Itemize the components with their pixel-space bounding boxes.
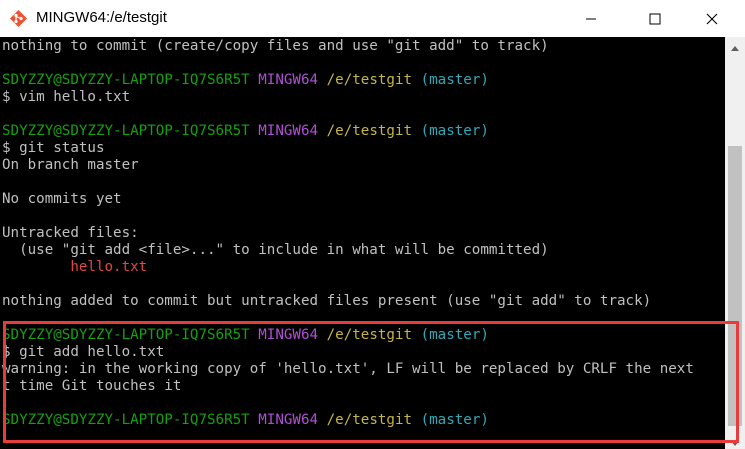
scroll-up-icon — [731, 36, 739, 55]
close-icon — [706, 13, 718, 25]
command-line: $ git status — [2, 140, 105, 156]
prompt-path: /e/testgit — [326, 123, 413, 139]
prompt-system: MINGW64 — [258, 72, 319, 88]
prompt-user-host: SDYZZY@SDYZZY-LAPTOP-IQ7S6R5T — [2, 412, 250, 428]
prompt-user-host: SDYZZY@SDYZZY-LAPTOP-IQ7S6R5T — [2, 123, 250, 139]
prompt-branch: (master) — [420, 327, 489, 343]
git-bash-icon — [9, 9, 28, 28]
prompt-line: SDYZZY@SDYZZY-LAPTOP-IQ7S6R5T MINGW64 /e… — [2, 72, 725, 89]
output-line: On branch master — [2, 157, 139, 173]
title-bar[interactable]: MINGW64:/e/testgit — [0, 0, 745, 38]
prompt-branch: (master) — [420, 123, 489, 139]
prompt-path: /e/testgit — [326, 72, 413, 88]
prompt-path: /e/testgit — [326, 327, 413, 343]
minimize-icon — [585, 13, 597, 25]
warning-line: warning: in the working copy of 'hello.t… — [2, 361, 694, 377]
output-line: nothing added to commit but untracked fi… — [2, 293, 652, 309]
scroll-down-icon — [731, 431, 739, 449]
prompt-user-host: SDYZZY@SDYZZY-LAPTOP-IQ7S6R5T — [2, 72, 250, 88]
command-line: $ vim hello.txt — [2, 89, 131, 105]
warning-line: t time Git touches it — [2, 378, 182, 394]
output-line: Untracked files: — [2, 225, 139, 241]
untracked-file: hello.txt — [2, 259, 148, 275]
scroll-down-button[interactable] — [725, 432, 745, 449]
maximize-icon — [649, 13, 661, 25]
prompt-line: SDYZZY@SDYZZY-LAPTOP-IQ7S6R5T MINGW64 /e… — [2, 327, 725, 344]
prompt-line: SDYZZY@SDYZZY-LAPTOP-IQ7S6R5T MINGW64 /e… — [2, 412, 725, 429]
output-line: nothing to commit (create/copy files and… — [2, 38, 549, 54]
prompt-system: MINGW64 — [258, 123, 319, 139]
vertical-scrollbar[interactable] — [725, 37, 745, 449]
prompt-user-host: SDYZZY@SDYZZY-LAPTOP-IQ7S6R5T — [2, 327, 250, 343]
output-line: (use "git add <file>..." to include in w… — [2, 242, 549, 258]
maximize-button[interactable] — [632, 0, 678, 37]
minimize-button[interactable] — [568, 0, 614, 37]
scrollbar-thumb[interactable] — [728, 146, 742, 426]
terminal-window: MINGW64:/e/testgit nothing to commit (cr… — [0, 0, 745, 449]
close-button[interactable] — [689, 0, 735, 37]
terminal-output[interactable]: nothing to commit (create/copy files and… — [0, 37, 725, 449]
command-line: $ git add hello.txt — [2, 344, 165, 360]
window-title: MINGW64:/e/testgit — [36, 9, 167, 26]
prompt-system: MINGW64 — [258, 412, 319, 428]
prompt-path: /e/testgit — [326, 412, 413, 428]
output-line: No commits yet — [2, 191, 122, 207]
prompt-line: SDYZZY@SDYZZY-LAPTOP-IQ7S6R5T MINGW64 /e… — [2, 123, 725, 140]
prompt-branch: (master) — [420, 412, 489, 428]
prompt-branch: (master) — [420, 72, 489, 88]
scroll-up-button[interactable] — [725, 37, 745, 54]
prompt-system: MINGW64 — [258, 327, 319, 343]
